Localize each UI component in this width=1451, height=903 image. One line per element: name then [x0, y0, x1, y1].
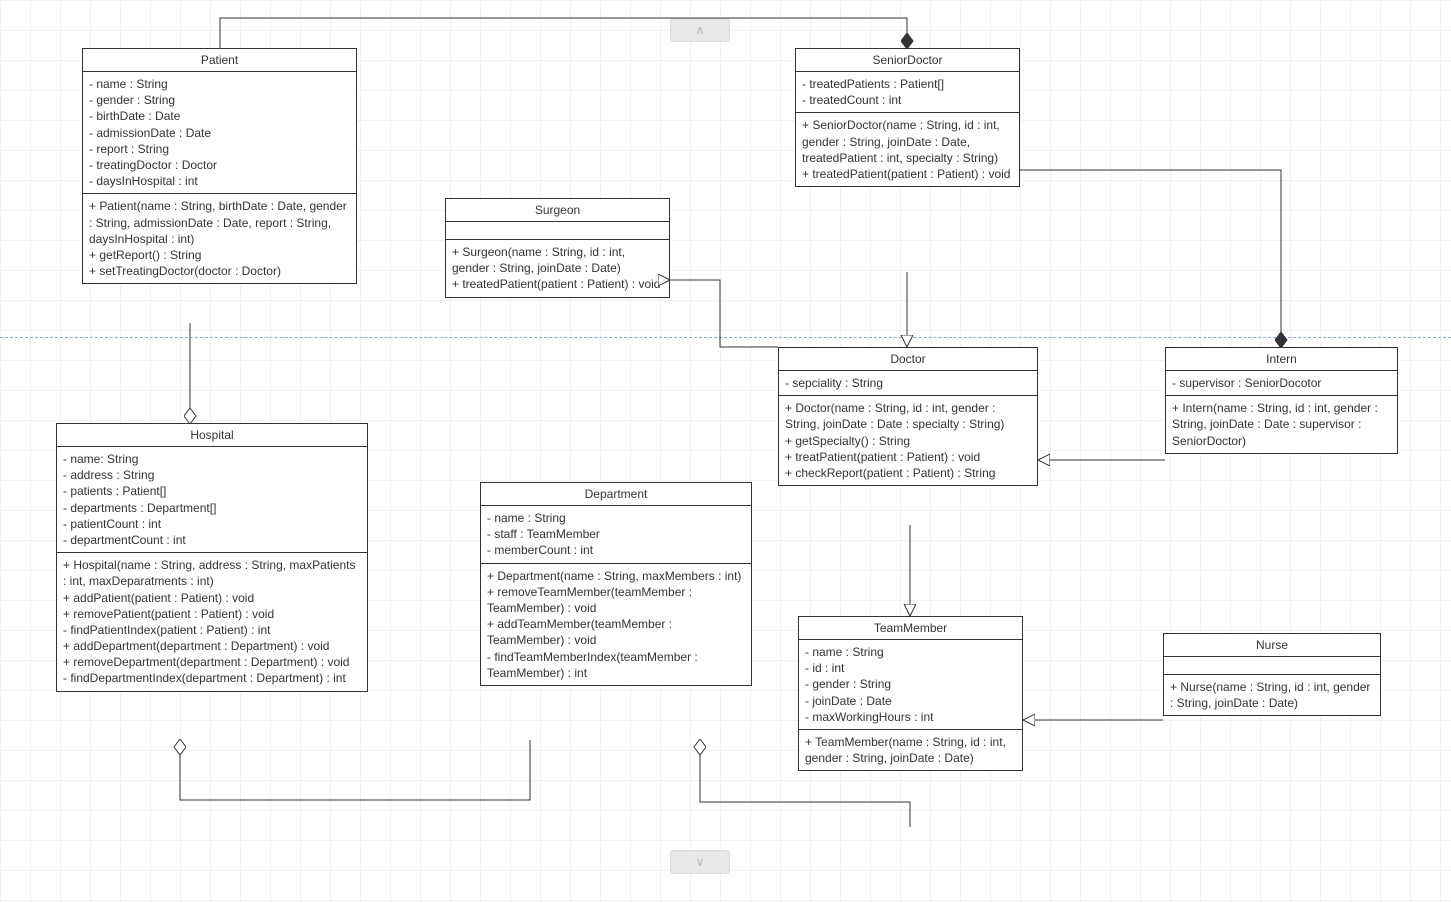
class-attributes	[1164, 657, 1380, 675]
class-operations: + Hospital(name : String, address : Stri…	[57, 553, 367, 691]
class-title: TeamMember	[799, 617, 1022, 640]
class-operations: + TeamMember(name : String, id : int, ge…	[799, 730, 1022, 770]
class-title: Doctor	[779, 348, 1037, 371]
class-senior-doctor[interactable]: SeniorDoctor - treatedPatients : Patient…	[795, 48, 1020, 187]
class-operations: + Surgeon(name : String, id : int, gende…	[446, 240, 669, 297]
class-title: Patient	[83, 49, 356, 72]
chevron-up-icon: ∧	[696, 23, 705, 37]
class-attributes: - sepciality : String	[779, 371, 1037, 396]
class-nurse[interactable]: Nurse + Nurse(name : String, id : int, g…	[1163, 633, 1381, 716]
class-doctor[interactable]: Doctor - sepciality : String + Doctor(na…	[778, 347, 1038, 486]
class-attributes: - supervisor : SeniorDocotor	[1166, 371, 1397, 396]
diagram-canvas: ∧ ∨ Patient - name : String - gender : S…	[0, 0, 1451, 903]
class-attributes: - treatedPatients : Patient[] - treatedC…	[796, 72, 1019, 113]
class-surgeon[interactable]: Surgeon + Surgeon(name : String, id : in…	[445, 198, 670, 298]
class-attributes: - name: String - address : String - pati…	[57, 447, 367, 553]
class-attributes	[446, 222, 669, 240]
class-attributes: - name : String - id : int - gender : St…	[799, 640, 1022, 730]
scroll-up-tab[interactable]: ∧	[670, 18, 730, 42]
class-department[interactable]: Department - name : String - staff : Tea…	[480, 482, 752, 686]
class-operations: + Intern(name : String, id : int, gender…	[1166, 396, 1397, 453]
class-attributes: - name : String - gender : String - birt…	[83, 72, 356, 194]
class-operations: + Doctor(name : String, id : int, gender…	[779, 396, 1037, 485]
class-team-member[interactable]: TeamMember - name : String - id : int - …	[798, 616, 1023, 771]
class-title: Intern	[1166, 348, 1397, 371]
class-operations: + Patient(name : String, birthDate : Dat…	[83, 194, 356, 283]
class-operations: + Nurse(name : String, id : int, gender …	[1164, 675, 1380, 715]
scroll-down-tab[interactable]: ∨	[670, 850, 730, 874]
class-title: Nurse	[1164, 634, 1380, 657]
class-title: SeniorDoctor	[796, 49, 1019, 72]
class-title: Department	[481, 483, 751, 506]
class-title: Surgeon	[446, 199, 669, 222]
class-patient[interactable]: Patient - name : String - gender : Strin…	[82, 48, 357, 284]
class-hospital[interactable]: Hospital - name: String - address : Stri…	[56, 423, 368, 692]
class-intern[interactable]: Intern - supervisor : SeniorDocotor + In…	[1165, 347, 1398, 454]
class-operations: + SeniorDoctor(name : String, id : int, …	[796, 113, 1019, 186]
class-title: Hospital	[57, 424, 367, 447]
dashed-divider	[0, 337, 1451, 338]
chevron-down-icon: ∨	[696, 855, 705, 869]
class-operations: + Department(name : String, maxMembers :…	[481, 564, 751, 685]
class-attributes: - name : String - staff : TeamMember - m…	[481, 506, 751, 564]
